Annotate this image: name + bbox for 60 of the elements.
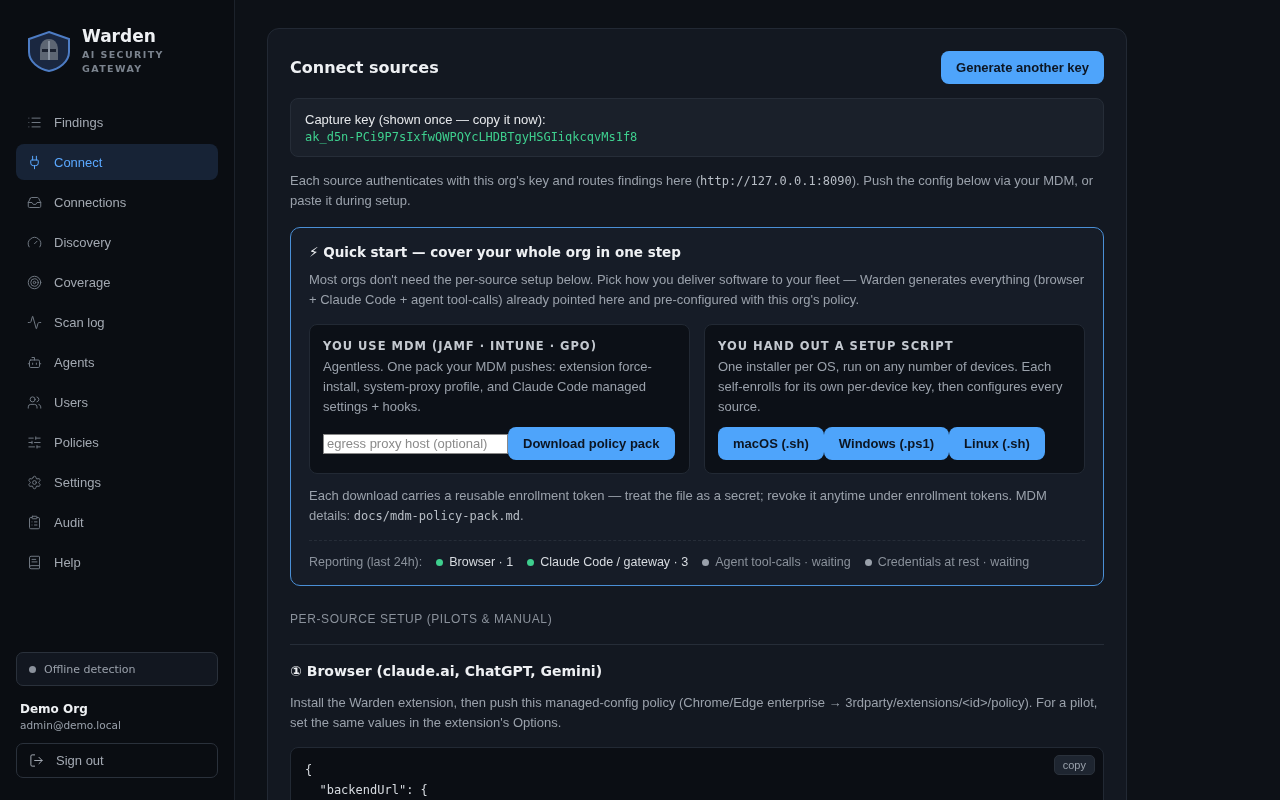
- detection-label: Offline detection: [44, 662, 136, 676]
- copy-button[interactable]: copy: [1053, 755, 1095, 775]
- option-description: One installer per OS, run on any number of devices. Each self-enrolls for its own per-device key, then configures every source.: [718, 358, 1064, 416]
- nav-item[interactable]: Discovery: [16, 224, 218, 260]
- capture-key-label: Capture key (shown once — copy it now):: [305, 112, 547, 127]
- token-note: Each download carries a reusable enrollment token — treat the file as a secret; revoke it anytime under enrollment tokens. MDM details: docs/mdm-policy-pack.md.: [309, 487, 1048, 525]
- nav-item[interactable]: Connections: [16, 184, 218, 220]
- option-description: Agentless. One pack your MDM pushes: extension force-install, system-proxy profile, and Claude Code managed settings + hooks.: [323, 358, 653, 416]
- generate-key-button[interactable]: Generate another key: [941, 51, 1104, 84]
- page-title: Connect sources: [290, 58, 439, 77]
- browser-description: Install the Warden extension, then push this managed-config policy (Chrome/Edge enterprise → 3rdparty/extensions/<id>/policy). For a pilot, set the same values in the extension's Options.: [290, 694, 1099, 732]
- brand-name: Warden: [82, 26, 157, 46]
- sign-out-button[interactable]: Sign out: [16, 743, 218, 778]
- plug-icon: [27, 154, 42, 170]
- nav-item[interactable]: Help: [16, 544, 218, 580]
- nav-item[interactable]: Scan log: [16, 304, 218, 340]
- target-icon: [27, 274, 42, 290]
- nav-item[interactable]: Coverage: [16, 264, 218, 300]
- sliders-icon: [27, 434, 42, 450]
- reporting-item: Browser · 1: [436, 555, 514, 569]
- nav-item[interactable]: Findings: [16, 104, 218, 140]
- download-button[interactable]: Linux (.sh): [949, 427, 1045, 460]
- option-heading: YOU USE MDM (JAMF · INTUNE · GPO): [323, 339, 598, 353]
- list-icon: [27, 114, 42, 130]
- intro-text: Each source authenticates with this org's key and routes findings here (http://127.0.0.1:8090). Push the config below via your MDM, or paste it during setup.: [290, 172, 1095, 210]
- robot-icon: [27, 354, 42, 370]
- section-label: PER-SOURCE SETUP (PILOTS & MANUAL): [290, 612, 1104, 645]
- user-email: admin@demo.local: [19, 719, 122, 733]
- nav-item[interactable]: Users: [16, 384, 218, 420]
- book-icon: [27, 554, 42, 570]
- gauge-icon: [27, 234, 42, 250]
- download-button[interactable]: Download policy pack: [508, 427, 675, 460]
- download-button[interactable]: Windows (.ps1): [823, 427, 950, 460]
- shield-helmet-logo-icon: [26, 30, 72, 72]
- reporting-item: Claude Code / gateway · 3: [527, 555, 689, 569]
- settings-icon: [27, 474, 42, 490]
- reporting-label: Reporting (last 24h):: [309, 555, 423, 569]
- capture-key-value: ak_d5n-PCi9P7sIxfwQWPQYcLHDBTgyHSGIiqkcqvMs1f8: [305, 130, 639, 144]
- nav-item[interactable]: Connect: [16, 144, 218, 180]
- quick-start-description: Most orgs don't need the per-source setup below. Pick how you deliver software to your fleet — Warden generates everything (browser + Claude Code + agent tool-calls) already pointed here and pre-configured with this org's policy.: [309, 271, 1085, 309]
- users-icon: [27, 394, 42, 410]
- brand-tagline: AI SECURITY GATEWAY: [82, 48, 165, 76]
- reporting-item: Credentials at rest · waiting: [864, 555, 1030, 569]
- clipboard-icon: [27, 514, 42, 530]
- nav-item[interactable]: Policies: [16, 424, 218, 460]
- section-title: ① Browser (claude.ai, ChatGPT, Gemini): [290, 663, 604, 679]
- nav-item[interactable]: Audit: [16, 504, 218, 540]
- code-line: "backendUrl": {: [318, 782, 428, 799]
- org-name: Demo Org: [19, 701, 89, 718]
- code-line: {: [305, 762, 313, 779]
- option-heading: YOU HAND OUT A SETUP SCRIPT: [718, 339, 955, 353]
- download-button[interactable]: macOS (.sh): [718, 427, 824, 460]
- nav-item[interactable]: Settings: [16, 464, 218, 500]
- reporting-item: Agent tool-calls · waiting: [702, 555, 851, 569]
- quick-start-title: ⚡ Quick start — cover your whole org in one step: [309, 244, 682, 260]
- inbox-icon: [27, 194, 42, 210]
- pulse-icon: [27, 314, 42, 330]
- logout-icon: [29, 753, 44, 768]
- nav-item[interactable]: Agents: [16, 344, 218, 380]
- proxy-host-field[interactable]: egress proxy host (optional): [323, 433, 508, 454]
